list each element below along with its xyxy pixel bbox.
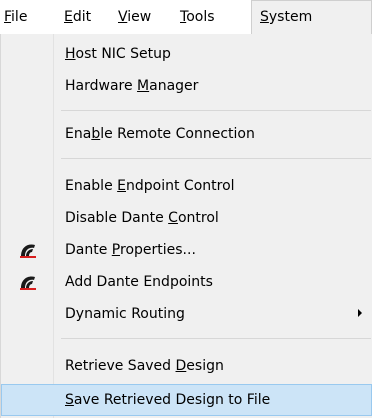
menu-system[interactable]: System [251, 0, 372, 34]
dante-logo-icon [19, 274, 37, 290]
menu-item-label: Enable Endpoint Control [65, 178, 235, 194]
menu-item-host-nic-setup[interactable]: Host NIC Setup [1, 38, 372, 70]
menu-item-label: Dante Properties... [65, 242, 196, 258]
menu-separator [61, 338, 371, 339]
menu-tools[interactable]: Tools [180, 0, 215, 34]
menu-item-label: Hardware Manager [65, 78, 199, 94]
menu-item-retrieve-saved-design[interactable]: Retrieve Saved Design [1, 350, 372, 382]
menu-item-enable-remote-connection[interactable]: Enable Remote Connection [1, 118, 372, 150]
menu-item-save-retrieved-design-to-file[interactable]: Save Retrieved Design to File [1, 384, 372, 416]
menu-item-label: Enable Remote Connection [65, 126, 255, 142]
menu-item-label: Save Retrieved Design to File [65, 392, 271, 408]
menu-file[interactable]: File [4, 0, 27, 34]
menu-item-dante-properties[interactable]: Dante Properties... [1, 234, 372, 266]
menu-separator [61, 110, 371, 111]
submenu-arrow-icon [358, 309, 362, 317]
menu-item-label: Dynamic Routing [65, 306, 185, 322]
menu-edit[interactable]: Edit [64, 0, 91, 34]
menu-item-label: Disable Dante Control [65, 210, 219, 226]
menu-item-label: Retrieve Saved Design [65, 358, 224, 374]
menu-item-add-dante-endpoints[interactable]: Add Dante Endpoints [1, 266, 372, 298]
system-menu-dropdown: Host NIC Setup Hardware Manager Enable R… [0, 34, 372, 418]
menu-item-hardware-manager[interactable]: Hardware Manager [1, 70, 372, 102]
dante-logo-icon [19, 242, 37, 258]
menu-item-disable-dante-control[interactable]: Disable Dante Control [1, 202, 372, 234]
menu-item-enable-endpoint-control[interactable]: Enable Endpoint Control [1, 170, 372, 202]
menu-item-label: Host NIC Setup [65, 46, 171, 62]
menu-separator [61, 158, 371, 159]
menu-item-label: Add Dante Endpoints [65, 274, 213, 290]
menu-item-dynamic-routing[interactable]: Dynamic Routing [1, 298, 372, 330]
menu-view[interactable]: View [118, 0, 151, 34]
menu-bar: File Edit View Tools System [0, 0, 372, 35]
